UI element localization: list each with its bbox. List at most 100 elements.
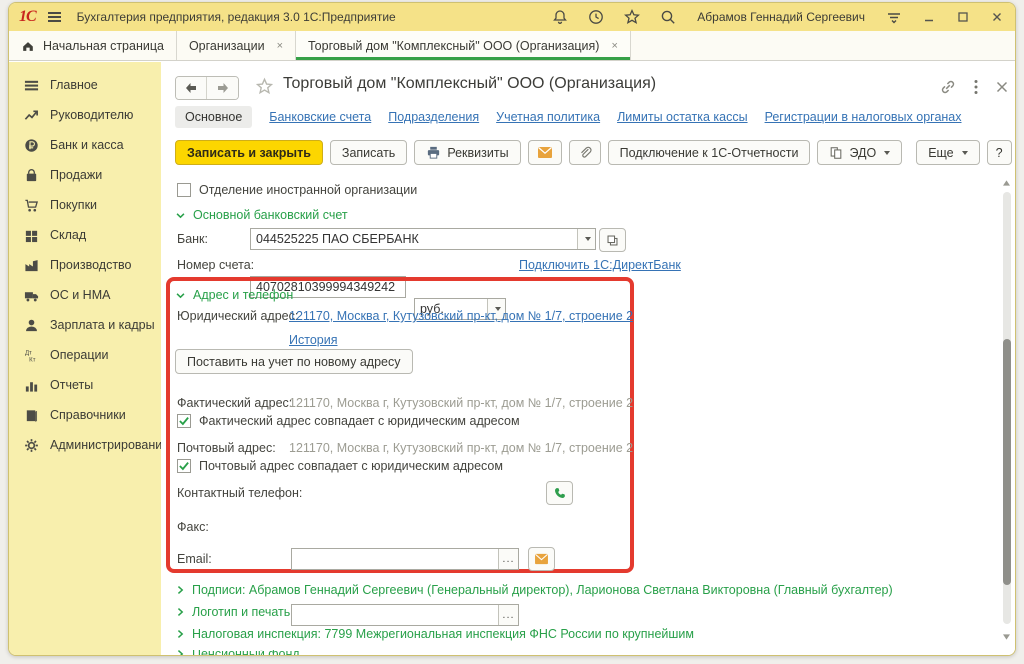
register-new-address-button[interactable]: Поставить на учет по новому адресу [175,349,413,374]
bank-input[interactable] [251,229,577,249]
close-tab-icon[interactable]: × [277,40,283,52]
bank-open-button[interactable] [599,228,626,252]
dropdown-caret-icon [884,151,890,155]
phone-input[interactable] [292,549,498,569]
open-form-icon [606,234,619,247]
bank-dropdown-button[interactable] [577,229,595,249]
tab-home[interactable]: Начальная страница [9,31,177,60]
bank-field[interactable] [250,228,596,250]
back-button[interactable] [176,77,207,99]
sidebar-item-administration[interactable]: Администрирование [9,430,161,460]
directories-book-icon [24,408,39,423]
sidebar-item-reports[interactable]: Отчеты [9,370,161,400]
sidebar-item-main[interactable]: Главное [9,70,161,100]
sales-bag-icon [24,168,39,183]
scrollbar-thumb[interactable] [1003,339,1011,585]
foreign-org-label: Отделение иностранной организации [199,183,417,197]
maximize-button[interactable] [955,9,971,25]
forward-button[interactable] [207,77,238,99]
directbank-link[interactable]: Подключить 1С:ДиректБанк [519,258,681,272]
save-button[interactable]: Записать [330,140,407,165]
sidebar-item-manager[interactable]: Руководителю [9,100,161,130]
tab-organization-card[interactable]: Торговый дом "Комплексный" ООО (Организа… [296,31,631,60]
form-toolbar: Записать и закрыть Записать Реквизиты По… [175,140,1005,165]
user-menu-icon[interactable] [885,8,903,26]
edo-button[interactable]: ЭДО [817,140,902,165]
printer-icon [426,145,441,160]
svg-text:Кт: Кт [29,356,36,362]
sidebar-item-operations[interactable]: ДтКт Операции [9,340,161,370]
help-button[interactable]: ? [987,140,1012,165]
page-title: Торговый дом "Комплексный" ООО (Организа… [283,75,656,93]
nav-tax-registrations[interactable]: Регистрации в налоговых органах [765,110,962,124]
sidebar-item-sales[interactable]: Продажи [9,160,161,190]
close-tab-icon[interactable]: × [611,40,617,52]
nav-main[interactable]: Основное [175,106,252,128]
bank-cash-icon [24,138,39,153]
get-link-icon[interactable] [939,78,957,96]
sidebar-item-bank-cash[interactable]: Банк и касса [9,130,161,160]
actual-address-value: 121170, Москва г, Кутузовский пр-кт, дом… [289,396,633,410]
address-section-header[interactable]: Адрес и телефон [175,288,293,302]
phone-ellipsis-button[interactable]: ... [498,549,518,569]
fax-input[interactable] [292,605,498,625]
more-menu-dots-icon[interactable] [967,78,985,96]
sidebar-item-warehouse[interactable]: Склад [9,220,161,250]
call-phone-button[interactable] [546,481,573,505]
sidebar-item-purchases[interactable]: Покупки [9,190,161,220]
legal-address-label: Юридический адрес: [177,309,298,323]
phone-label: Контактный телефон: [177,486,302,500]
actual-equals-legal-checkbox[interactable] [177,414,191,428]
foreign-org-checkbox[interactable] [177,183,191,197]
tab-organizations[interactable]: Организации × [177,31,296,60]
postal-equals-legal-checkbox[interactable] [177,459,191,473]
requisites-button[interactable]: Реквизиты [414,140,520,165]
sidebar-item-salary-hr[interactable]: Зарплата и кадры [9,310,161,340]
fax-field[interactable]: ... [291,604,519,626]
legal-address-link[interactable]: 121170, Москва г, Кутузовский пр-кт, дом… [289,309,633,323]
minimize-button[interactable] [921,9,937,25]
bank-label: Банк: [177,232,208,246]
sidebar-item-fixed-assets[interactable]: ОС и НМА [9,280,161,310]
current-user[interactable]: Абрамов Геннадий Сергеевич [697,10,865,24]
sidebar-item-production[interactable]: Производство [9,250,161,280]
signatures-section-header[interactable]: Подписи: Абрамов Геннадий Сергеевич (Ген… [175,583,893,597]
nav-bank-accounts[interactable]: Банковские счета [269,110,371,124]
scroll-up-arrow[interactable] [1003,180,1010,186]
nav-cash-limits[interactable]: Лимиты остатка кассы [617,110,747,124]
actual-address-label: Фактический адрес: [177,396,292,410]
address-history-link[interactable]: История [289,333,337,347]
production-factory-icon [24,258,39,273]
operations-dtkt-icon: ДтКт [24,348,39,363]
search-icon[interactable] [659,8,677,26]
connect-1c-reporting-button[interactable]: Подключение к 1С-Отчетности [608,140,811,165]
close-window-button[interactable] [989,9,1005,25]
nav-subdivisions[interactable]: Подразделения [388,110,479,124]
pension-fund-section-header[interactable]: Пенсионный фонд [175,650,300,655]
sidebar-item-directories[interactable]: Справочники [9,400,161,430]
organization-form: Торговый дом "Комплексный" ООО (Организа… [161,62,1015,655]
nav-accounting-policy[interactable]: Учетная политика [496,110,600,124]
send-email-button[interactable] [528,140,562,165]
save-and-close-button[interactable]: Записать и закрыть [175,140,323,165]
more-button[interactable]: Еще [916,140,979,165]
svg-text:Дт: Дт [25,349,32,356]
envelope-icon [537,146,553,159]
history-icon[interactable] [587,8,605,26]
home-icon [21,39,35,53]
logo-stamp-section-header[interactable]: Логотип и печать [175,605,290,619]
check-icon [178,415,190,427]
favorites-star-icon[interactable] [623,8,641,26]
close-form-icon[interactable] [993,78,1011,96]
fax-ellipsis-button[interactable]: ... [498,605,518,625]
bank-section-header[interactable]: Основной банковский счет [175,208,348,222]
phone-field[interactable]: ... [291,548,519,570]
scroll-down-arrow[interactable] [1003,634,1010,640]
main-menu-icon[interactable] [48,12,61,22]
write-email-button[interactable] [528,547,555,571]
tax-inspection-section-header[interactable]: Налоговая инспекция: 7799 Межрегиональна… [175,627,694,641]
notifications-bell-icon[interactable] [551,8,569,26]
app-title: Бухгалтерия предприятия, редакция 3.0 1С… [77,10,396,24]
favorite-toggle-star-icon[interactable] [255,77,274,99]
attachments-button[interactable] [569,140,601,165]
